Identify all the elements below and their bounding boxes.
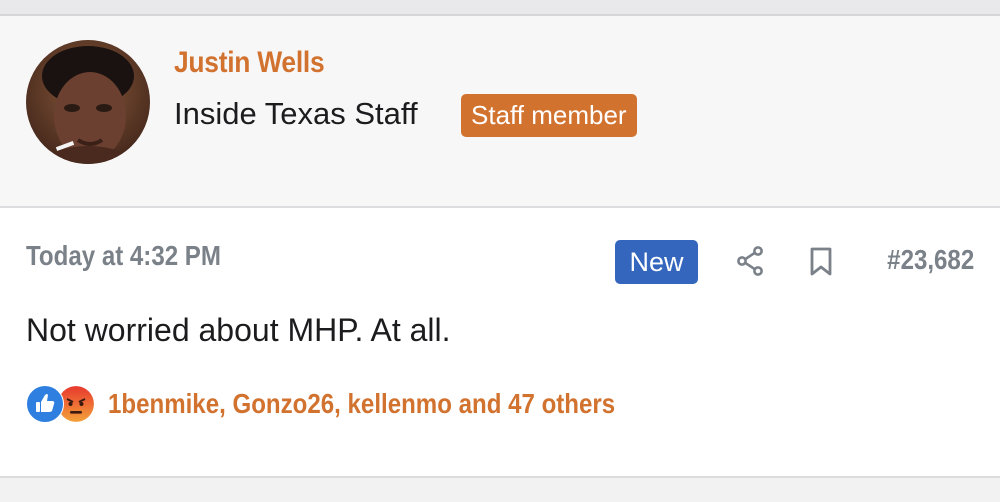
like-icon: [26, 385, 64, 423]
post-author-header: Justin Wells Inside Texas Staff Staff me…: [0, 16, 1000, 208]
share-icon[interactable]: [737, 246, 765, 276]
reactions-bar[interactable]: 1benmike, Gonzo26, kellenmo and 47 other…: [26, 384, 698, 424]
author-name-link[interactable]: Justin Wells: [174, 46, 325, 80]
avatar[interactable]: [26, 40, 150, 164]
post-body: Today at 4:32 PM New #23,682 Not worried…: [0, 208, 1000, 476]
post-message-text: Not worried about MHP. At all.: [26, 312, 451, 348]
reactions-users-text[interactable]: 1benmike, Gonzo26, kellenmo and 47 other…: [108, 388, 615, 420]
avatar-image: [26, 40, 150, 164]
new-badge: New: [615, 240, 698, 284]
staff-member-badge: Staff member: [461, 94, 637, 137]
post-timestamp[interactable]: Today at 4:32 PM: [26, 240, 221, 272]
bookmark-icon[interactable]: [809, 247, 833, 277]
post-number-link[interactable]: #23,682: [887, 244, 974, 276]
top-divider: [0, 0, 1000, 16]
user-title: Inside Texas Staff: [174, 96, 418, 131]
bottom-divider: [0, 476, 1000, 502]
